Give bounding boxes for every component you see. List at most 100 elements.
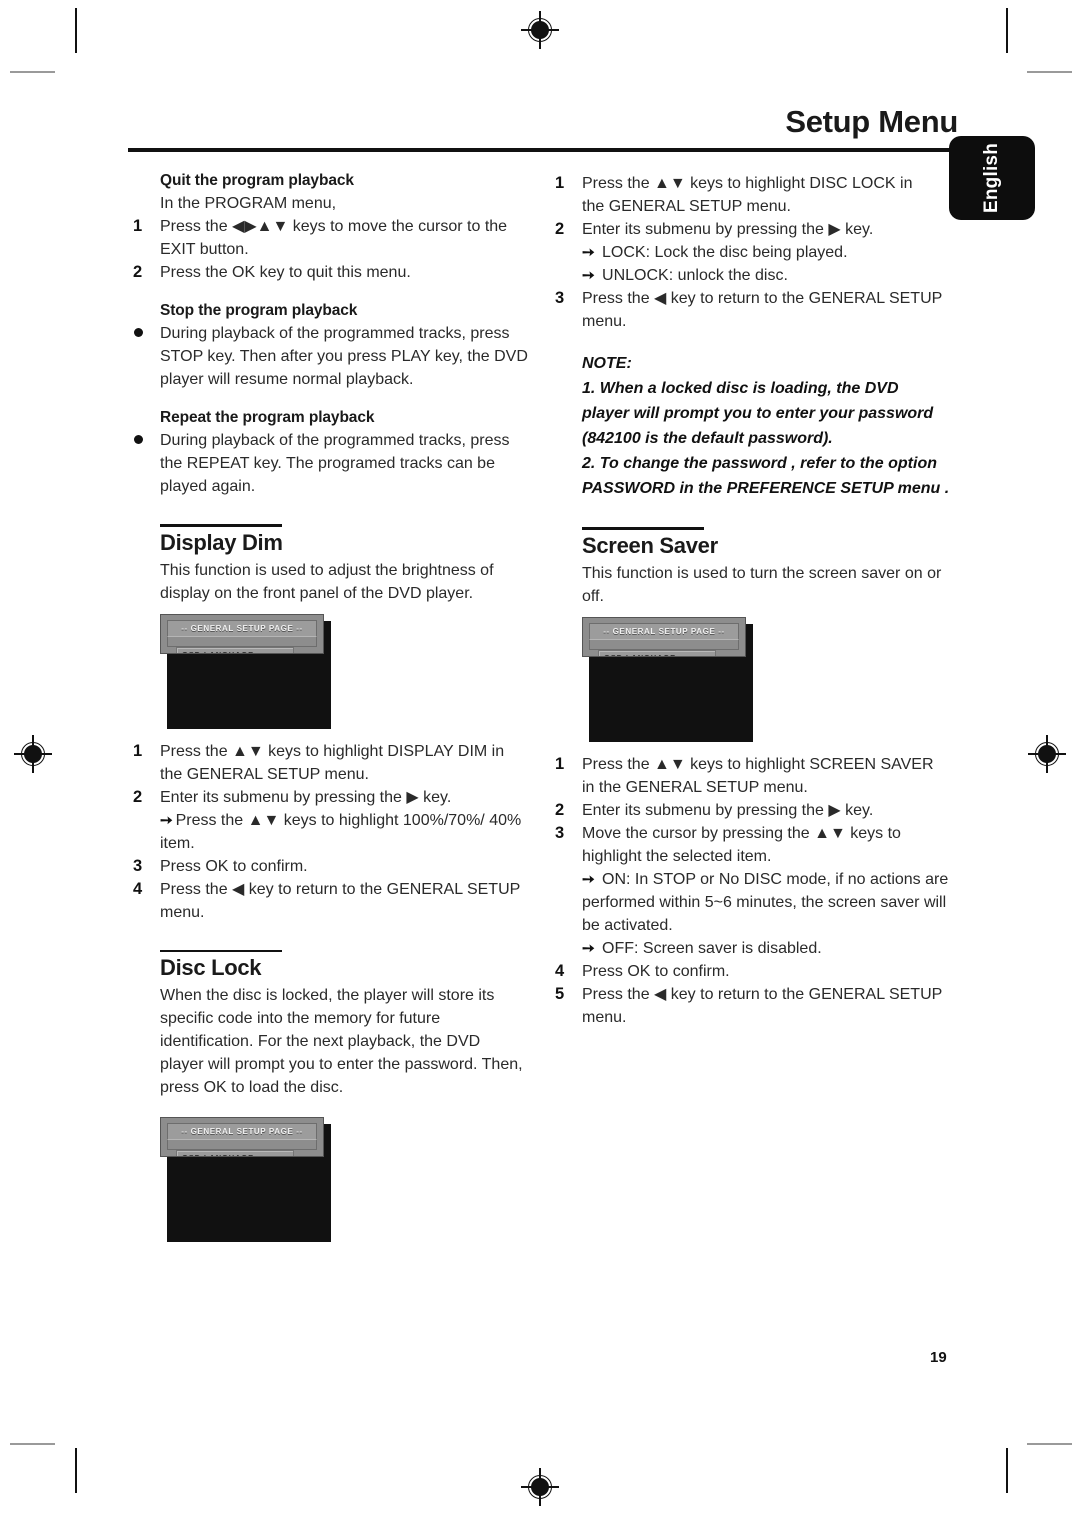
substep-text: UNLOCK: unlock the disc. — [602, 267, 788, 284]
osd-title: -- GENERAL SETUP PAGE -- — [167, 619, 317, 636]
language-tab-label: English — [981, 142, 1002, 214]
osd-title: -- GENERAL SETUP PAGE -- — [167, 1123, 317, 1139]
substep-item: ➙ LOCK: Lock the disc being played. — [550, 241, 950, 264]
step-text: Enter its submenu by pressing the ▶ key. — [582, 221, 874, 238]
step-number: 2 — [555, 220, 565, 238]
registration-mark-left — [14, 735, 52, 773]
step-item: 2 Enter its submenu by pressing the ▶ ke… — [128, 786, 528, 809]
step-text: Enter its submenu by pressing the ▶ key. — [160, 788, 452, 806]
crop-mark-left-bottom — [10, 1443, 55, 1445]
registration-mark-right — [1028, 735, 1066, 773]
step-item: 2 Enter its submenu by pressing the ▶ ke… — [550, 218, 950, 241]
step-item: 1 Press the ▲▼ keys to highlight DISC LO… — [550, 172, 950, 218]
crop-mark-right-top — [1027, 71, 1072, 73]
step-text: Press the ▲▼ keys to highlight SCREEN SA… — [582, 755, 934, 796]
step-text: Press the ◀▶▲▼ keys to move the cursor t… — [160, 218, 508, 258]
step-text: Press the ◀ key to return to the GENERAL… — [582, 985, 943, 1026]
step-text: Enter its submenu by pressing the ▶ key. — [582, 801, 874, 819]
arrow-right-icon: ➙ — [160, 811, 173, 829]
language-tab: English — [949, 136, 1035, 220]
step-text: Press OK to confirm. — [582, 962, 730, 980]
step-item: 5 Press the ◀ key to return to the GENER… — [550, 983, 950, 1029]
note-line: 1. When a locked disc is loading, the DV… — [582, 380, 934, 447]
bullet-text: During playback of the programmed tracks… — [160, 325, 528, 388]
step-number: 4 — [555, 961, 565, 980]
step-number: 1 — [555, 174, 565, 192]
step-text: Press the ◀ key to return to the GENERAL… — [160, 880, 521, 921]
step-text: Press the ◀ key to return to the GENERAL… — [582, 290, 943, 330]
bullet-text: During playback of the programmed tracks… — [160, 432, 510, 495]
bullet-item: During playback of the programmed tracks… — [128, 322, 528, 391]
step-number: 4 — [133, 879, 143, 898]
step-number: 2 — [133, 787, 143, 806]
bullet-dot-icon — [134, 328, 143, 337]
bullet-item: During playback of the programmed tracks… — [128, 429, 528, 498]
step-number: 2 — [555, 800, 565, 819]
step-number: 1 — [133, 217, 143, 235]
header-rule — [128, 148, 950, 152]
substep-item: ➙ OFF: Screen saver is disabled. — [550, 937, 950, 960]
registration-mark-bottom — [521, 1468, 559, 1506]
crop-mark-top-left — [75, 8, 77, 53]
step-number: 3 — [555, 289, 565, 307]
right-column: 1 Press the ▲▼ keys to highlight DISC LO… — [550, 172, 950, 1029]
note-label: NOTE: — [582, 355, 632, 372]
section-heading: Screen Saver — [582, 532, 718, 558]
substep-item: ➙ Press the ▲▼ keys to highlight 100%/70%… — [128, 809, 528, 855]
osd-menu-list: OSD LANGUAGE DISC LOCK PROGRAM DISPLAY D… — [176, 646, 294, 653]
osd-screenshot-display-dim: -- GENERAL SETUP PAGE -- OSD LANGUAGE DI… — [160, 613, 331, 729]
arrow-right-icon: ➙ — [582, 939, 595, 957]
step-number: 3 — [555, 823, 565, 842]
step-item: 3 Move the cursor by pressing the ▲▼ key… — [550, 822, 950, 868]
bullet-dot-icon — [134, 435, 143, 444]
osd-screenshot-disc-lock: -- GENERAL SETUP PAGE -- OSD LANGUAGE DI… — [160, 1117, 331, 1242]
section-rule — [582, 527, 704, 530]
substep-text: Press the ▲▼ keys to highlight 100%/70%/… — [160, 811, 522, 852]
arrow-right-icon: ➙ — [582, 244, 595, 261]
step-number: 3 — [133, 856, 143, 875]
section-rule — [160, 949, 282, 952]
section-heading: Disc Lock — [160, 955, 262, 980]
step-item: 1 Press the ▲▼ keys to highlight DISPLAY… — [128, 740, 528, 786]
page-number: 19 — [930, 1349, 947, 1366]
substep-text: LOCK: Lock the disc being played. — [602, 244, 848, 261]
substep-text: ON: In STOP or No DISC mode, if no actio… — [582, 870, 949, 934]
arrow-right-icon: ➙ — [582, 267, 595, 284]
display-dim-description: This function is used to adjust the brig… — [160, 561, 494, 602]
osd-item-osd-language[interactable]: OSD LANGUAGE — [176, 1150, 294, 1156]
step-item: 1 Press the ◀▶▲▼ keys to move the cursor… — [128, 215, 528, 261]
page-title: Setup Menu — [785, 104, 958, 139]
step-text: Move the cursor by pressing the ▲▼ keys … — [582, 824, 901, 865]
crop-mark-bottom-right — [1006, 1448, 1008, 1493]
section-rule — [160, 524, 282, 527]
crop-mark-top-right — [1006, 8, 1008, 53]
heading-quit-program: Quit the program playback — [160, 172, 354, 189]
step-text: Press the ▲▼ keys to highlight DISC LOCK… — [582, 175, 913, 215]
heading-stop-program: Stop the program playback — [160, 302, 358, 319]
substep-item: ➙ ON: In STOP or No DISC mode, if no act… — [550, 868, 950, 937]
section-display-dim: Display Dim — [160, 524, 528, 556]
osd-item-osd-language[interactable]: OSD LANGUAGE — [598, 649, 716, 656]
step-item: 1 Press the ▲▼ keys to highlight SCREEN … — [550, 753, 950, 799]
section-screen-saver: Screen Saver — [582, 527, 950, 559]
substep-text: OFF: Screen saver is disabled. — [602, 939, 822, 957]
step-number: 1 — [133, 741, 143, 760]
screen-saver-description: This function is used to turn the screen… — [582, 564, 942, 605]
step-number: 2 — [133, 263, 143, 281]
osd-menu-list: OSD LANGUAGE DISC LOCK PROGRAM DISPLAY D… — [598, 649, 716, 656]
osd-item-osd-language[interactable]: OSD LANGUAGE — [176, 646, 294, 653]
osd-screenshot-screen-saver: -- GENERAL SETUP PAGE -- OSD LANGUAGE DI… — [582, 616, 753, 742]
arrow-right-icon: ➙ — [582, 870, 595, 888]
step-item: 3 Press the ◀ key to return to the GENER… — [550, 287, 950, 333]
left-column: Quit the program playback In the PROGRAM… — [128, 172, 528, 1242]
step-item: 3 Press OK to confirm. — [128, 855, 528, 878]
step-text: Press OK to confirm. — [160, 857, 308, 875]
crop-mark-left-top — [10, 71, 55, 73]
crop-mark-right-bottom — [1027, 1443, 1072, 1445]
step-item: 4 Press the ◀ key to return to the GENER… — [128, 878, 528, 924]
disc-lock-description: When the disc is locked, the player will… — [160, 987, 523, 1096]
heading-repeat-program: Repeat the program playback — [160, 409, 375, 426]
registration-mark-top — [521, 11, 559, 49]
step-item: 4 Press OK to confirm. — [550, 960, 950, 983]
step-number: 1 — [555, 754, 565, 773]
